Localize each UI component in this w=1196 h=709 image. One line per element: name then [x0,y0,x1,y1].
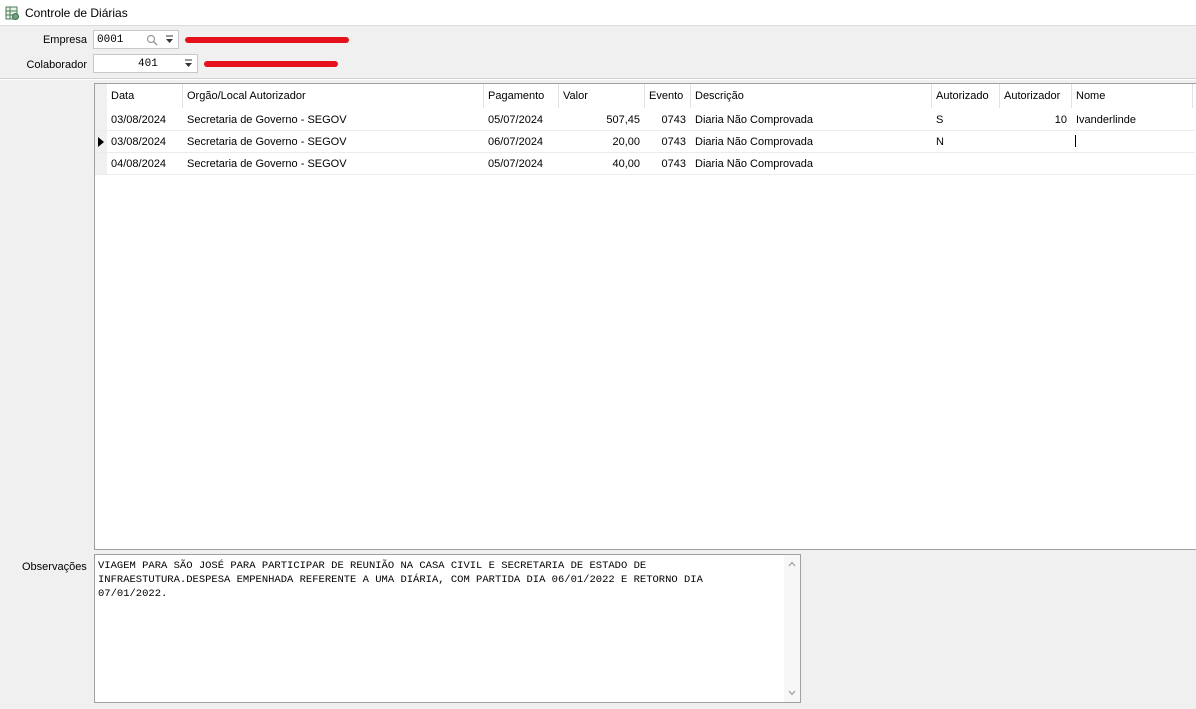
window-title: Controle de Diárias [25,6,128,20]
cell-data: 04/08/2024 [111,158,167,170]
column-header-data[interactable]: Data [107,84,183,108]
dropdown-arrow-icon[interactable] [165,33,174,45]
diarias-grid[interactable]: Data Orgão/Local Autorizador Pagamento V… [94,83,1196,550]
scroll-up-icon[interactable] [788,561,796,567]
cell-nome [1072,153,1076,175]
cell-autorizado: S [936,114,944,126]
vertical-scrollbar[interactable] [784,555,800,702]
cell-autorizador: 10 [1054,114,1067,126]
cell-orgao: Secretaria de Governo - SEGOV [187,136,347,148]
colaborador-field[interactable]: 401 [93,54,198,73]
cell-orgao: Secretaria de Governo - SEGOV [187,158,347,170]
scroll-down-icon[interactable] [788,690,796,696]
empresa-value: 0001 [97,34,124,46]
table-icon [5,6,19,20]
cell-descricao: Diaria Não Comprovada [695,136,813,148]
text-caret [1075,135,1076,147]
table-row[interactable]: 03/08/2024 Secretaria de Governo - SEGOV… [95,109,1195,131]
column-header-valor[interactable]: Valor [559,84,645,108]
column-header-nome[interactable]: Nome [1072,84,1193,108]
colaborador-label: Colaborador [26,59,87,71]
cell-data: 03/08/2024 [111,114,167,126]
current-row-indicator-icon [98,137,104,147]
cell-pagamento: 05/07/2024 [488,158,544,170]
observacoes-label: Observações [22,561,87,573]
table-row[interactable]: 04/08/2024 Secretaria de Governo - SEGOV… [95,153,1195,175]
cell-valor: 507,45 [606,114,640,126]
cell-autorizador [1000,153,1072,175]
column-header-orgao[interactable]: Orgão/Local Autorizador [183,84,484,108]
cell-valor: 20,00 [612,136,640,148]
cell-autorizador [1000,131,1072,153]
cell-evento: 0743 [661,114,686,126]
divider-highlight [0,79,1196,80]
empresa-label: Empresa [42,34,87,46]
cell-pagamento: 06/07/2024 [488,136,544,148]
dropdown-arrow-icon[interactable] [184,57,193,69]
column-header-descricao[interactable]: Descrição [691,84,932,108]
cell-orgao: Secretaria de Governo - SEGOV [187,114,347,126]
cell-autorizado: N [936,136,944,148]
cell-nome: Ivanderlinde [1076,114,1136,126]
search-icon[interactable] [146,34,158,46]
cell-evento: 0743 [661,158,686,170]
cell-autorizado [932,153,936,175]
cell-data: 03/08/2024 [111,136,167,148]
colaborador-value: 401 [138,58,158,70]
observacoes-text: VIAGEM PARA SÃO JOSÉ PARA PARTICIPAR DE … [98,560,703,600]
cell-descricao: Diaria Não Comprovada [695,158,813,170]
table-row-selected[interactable]: 03/08/2024 Secretaria de Governo - SEGOV… [95,131,1195,153]
redacted-colaborador-name [204,61,338,67]
column-header-evento[interactable]: Evento [645,84,691,108]
redacted-empresa-name [185,37,349,43]
column-header-autorizado[interactable]: Autorizado [932,84,1000,108]
empresa-field[interactable]: 0001 [93,30,179,49]
column-header-autorizador[interactable]: Autorizador [1000,84,1072,108]
cell-descricao: Diaria Não Comprovada [695,114,813,126]
column-header-pagamento[interactable]: Pagamento [484,84,559,108]
observacoes-textarea[interactable]: VIAGEM PARA SÃO JOSÉ PARA PARTICIPAR DE … [94,554,801,703]
grid-header: Data Orgão/Local Autorizador Pagamento V… [95,84,1196,108]
cell-pagamento: 05/07/2024 [488,114,544,126]
cell-evento: 0743 [661,136,686,148]
cell-valor: 40,00 [612,158,640,170]
title-bar: Controle de Diárias [0,0,1196,26]
